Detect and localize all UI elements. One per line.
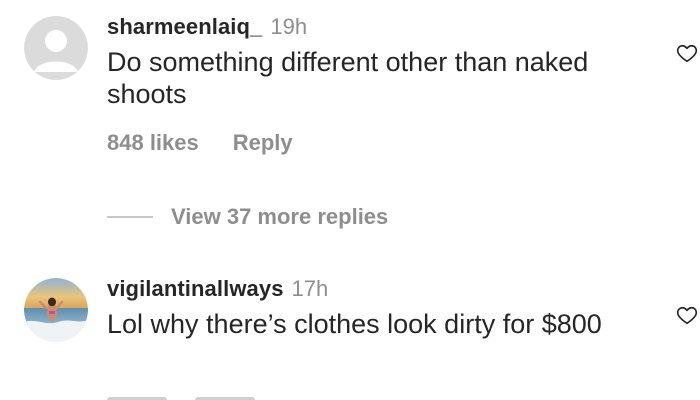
comment-text: Do something different other than naked … <box>107 47 589 109</box>
username[interactable]: vigilantinallways <box>107 276 284 302</box>
replies-divider-line <box>107 216 153 218</box>
view-more-replies-label: View 37 more replies <box>171 204 389 229</box>
username[interactable]: sharmeenlaiq_ <box>107 14 262 40</box>
timestamp: 17h <box>291 276 329 301</box>
comment-actions: 848 likes Reply <box>107 130 640 156</box>
reply-button[interactable]: Reply <box>233 130 293 156</box>
comment-header: sharmeenlaiq_ 19h <box>107 14 640 40</box>
view-more-replies[interactable]: View 37 more replies <box>107 204 388 230</box>
comment-text: Lol why there’s clothes look dirty for $… <box>107 309 602 339</box>
avatar[interactable] <box>24 278 88 342</box>
comment-body: sharmeenlaiq_ 19h Do something different… <box>107 14 640 156</box>
heart-outline-icon[interactable] <box>676 304 698 326</box>
comment-header: vigilantinallways 17h <box>107 276 640 302</box>
comment-body: vigilantinallways 17h Lol why there’s cl… <box>107 276 640 340</box>
beach-photo-avatar <box>24 278 88 342</box>
avatar[interactable] <box>24 16 88 80</box>
comment-actions-cutoff <box>107 394 307 400</box>
likes-count[interactable]: 848 likes <box>107 130 199 156</box>
heart-outline-icon[interactable] <box>676 42 698 64</box>
comments-page: sharmeenlaiq_ 19h Do something different… <box>0 0 700 400</box>
timestamp: 19h <box>270 14 308 39</box>
default-avatar-icon <box>24 16 88 80</box>
